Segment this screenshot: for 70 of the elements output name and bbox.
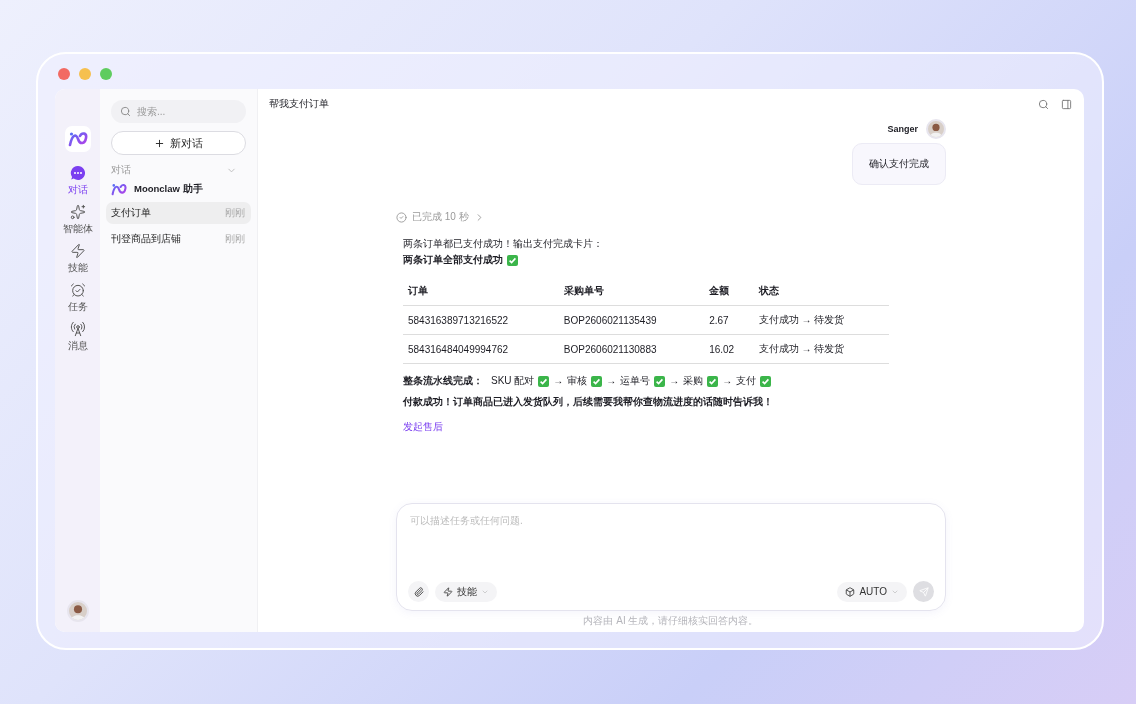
user-avatar	[926, 119, 946, 139]
user-message: 确认支付完成	[852, 143, 946, 185]
pipeline-step: SKU 配对	[491, 373, 535, 389]
search-field[interactable]: 搜索...	[111, 100, 246, 123]
model-button[interactable]: AUTO	[837, 581, 907, 602]
disclaimer: 内容由 AI 生成，请仔细核实回答内容。	[582, 614, 760, 628]
assistant-name[interactable]: Moonclaw 助手	[134, 183, 203, 196]
table-cell: 16.02	[704, 334, 754, 364]
arrow-text: →	[722, 374, 733, 388]
arrow-text: →	[553, 374, 564, 388]
sparkles-icon	[69, 204, 86, 220]
lightning-icon	[443, 586, 453, 597]
arrow-text: →	[606, 374, 617, 388]
table-cell: 584316484049994762	[403, 334, 559, 364]
table-cell: BOP2606021135439	[558, 305, 705, 335]
send-icon	[918, 586, 929, 597]
panel-icon[interactable]	[1061, 98, 1072, 110]
new-chat-button[interactable]: 新对话	[111, 131, 246, 155]
conversation-time: 刚刚	[225, 206, 245, 220]
alarm-clock-icon	[69, 282, 86, 298]
column-header: 采购单号	[558, 277, 705, 306]
conversation-item[interactable]: 刊登商品到店铺 刚刚	[106, 228, 251, 250]
nav-item[interactable]: 消息	[67, 321, 88, 353]
skill-button[interactable]: 技能	[435, 581, 497, 602]
pipeline-step: 运单号	[620, 373, 651, 389]
after-sales-link[interactable]: 发起售后	[403, 420, 443, 434]
table-cell: 支付成功 → 待发货	[753, 305, 889, 335]
table-cell: BOP2606021130883	[558, 334, 705, 364]
table-cell: 2.67	[704, 305, 754, 335]
column-header: 金额	[704, 277, 754, 306]
reply-text: 两条订单都已支付成功！输出支付完成卡片：	[403, 237, 604, 251]
close-button[interactable]	[58, 68, 70, 80]
maximize-button[interactable]	[100, 68, 112, 80]
arrow-text: →	[669, 374, 680, 388]
search-icon[interactable]	[1038, 98, 1049, 110]
paperclip-icon	[413, 586, 424, 597]
conversation-time: 刚刚	[225, 232, 245, 246]
plus-icon	[154, 137, 165, 149]
conversation-title: 刊登商品到店铺	[111, 232, 181, 246]
nav-item[interactable]: 技能	[67, 243, 88, 275]
column-header: 订单	[403, 277, 559, 306]
lightning-icon	[69, 243, 86, 259]
nav-item[interactable]: 对话	[67, 165, 88, 197]
conversation-title: 支付订单	[111, 206, 151, 220]
conversation-item[interactable]: 支付订单 刚刚	[106, 202, 251, 224]
chat-title: 帮我支付订单	[269, 97, 329, 111]
minimize-button[interactable]	[79, 68, 91, 80]
attach-button[interactable]	[408, 581, 429, 602]
user-avatar	[66, 600, 89, 622]
logo-icon	[67, 131, 88, 147]
check-circle-icon	[396, 211, 407, 223]
user-name: Sanger	[887, 124, 918, 134]
search-icon	[120, 106, 131, 117]
table-cell: 支付成功 → 待发货	[753, 334, 889, 364]
nav-item[interactable]: 智能体	[62, 204, 93, 236]
pipeline-step: 采购	[683, 373, 704, 389]
composer[interactable]: 可以描述任务或任何问题. 技能 AUTO	[396, 503, 946, 611]
antenna-icon	[69, 321, 86, 337]
logo-icon	[111, 183, 127, 196]
pipeline-label: 整条流水线完成：	[403, 374, 483, 388]
section-title: 对话	[111, 163, 131, 177]
cube-icon	[845, 586, 856, 597]
chat-icon	[69, 165, 86, 181]
pipeline-step: 支付	[736, 373, 757, 389]
pipeline-step: 审核	[567, 373, 588, 389]
column-header: 状态	[753, 277, 889, 306]
reply-headline: 两条订单全部支付成功	[403, 253, 503, 267]
nav-item[interactable]: 任务	[67, 282, 88, 314]
reply-closing: 付款成功！订单商品已进入发货队列，后续需要我帮你查物流进度的话随时告诉我！	[403, 395, 774, 409]
table-cell: 584316389713216522	[403, 305, 559, 335]
